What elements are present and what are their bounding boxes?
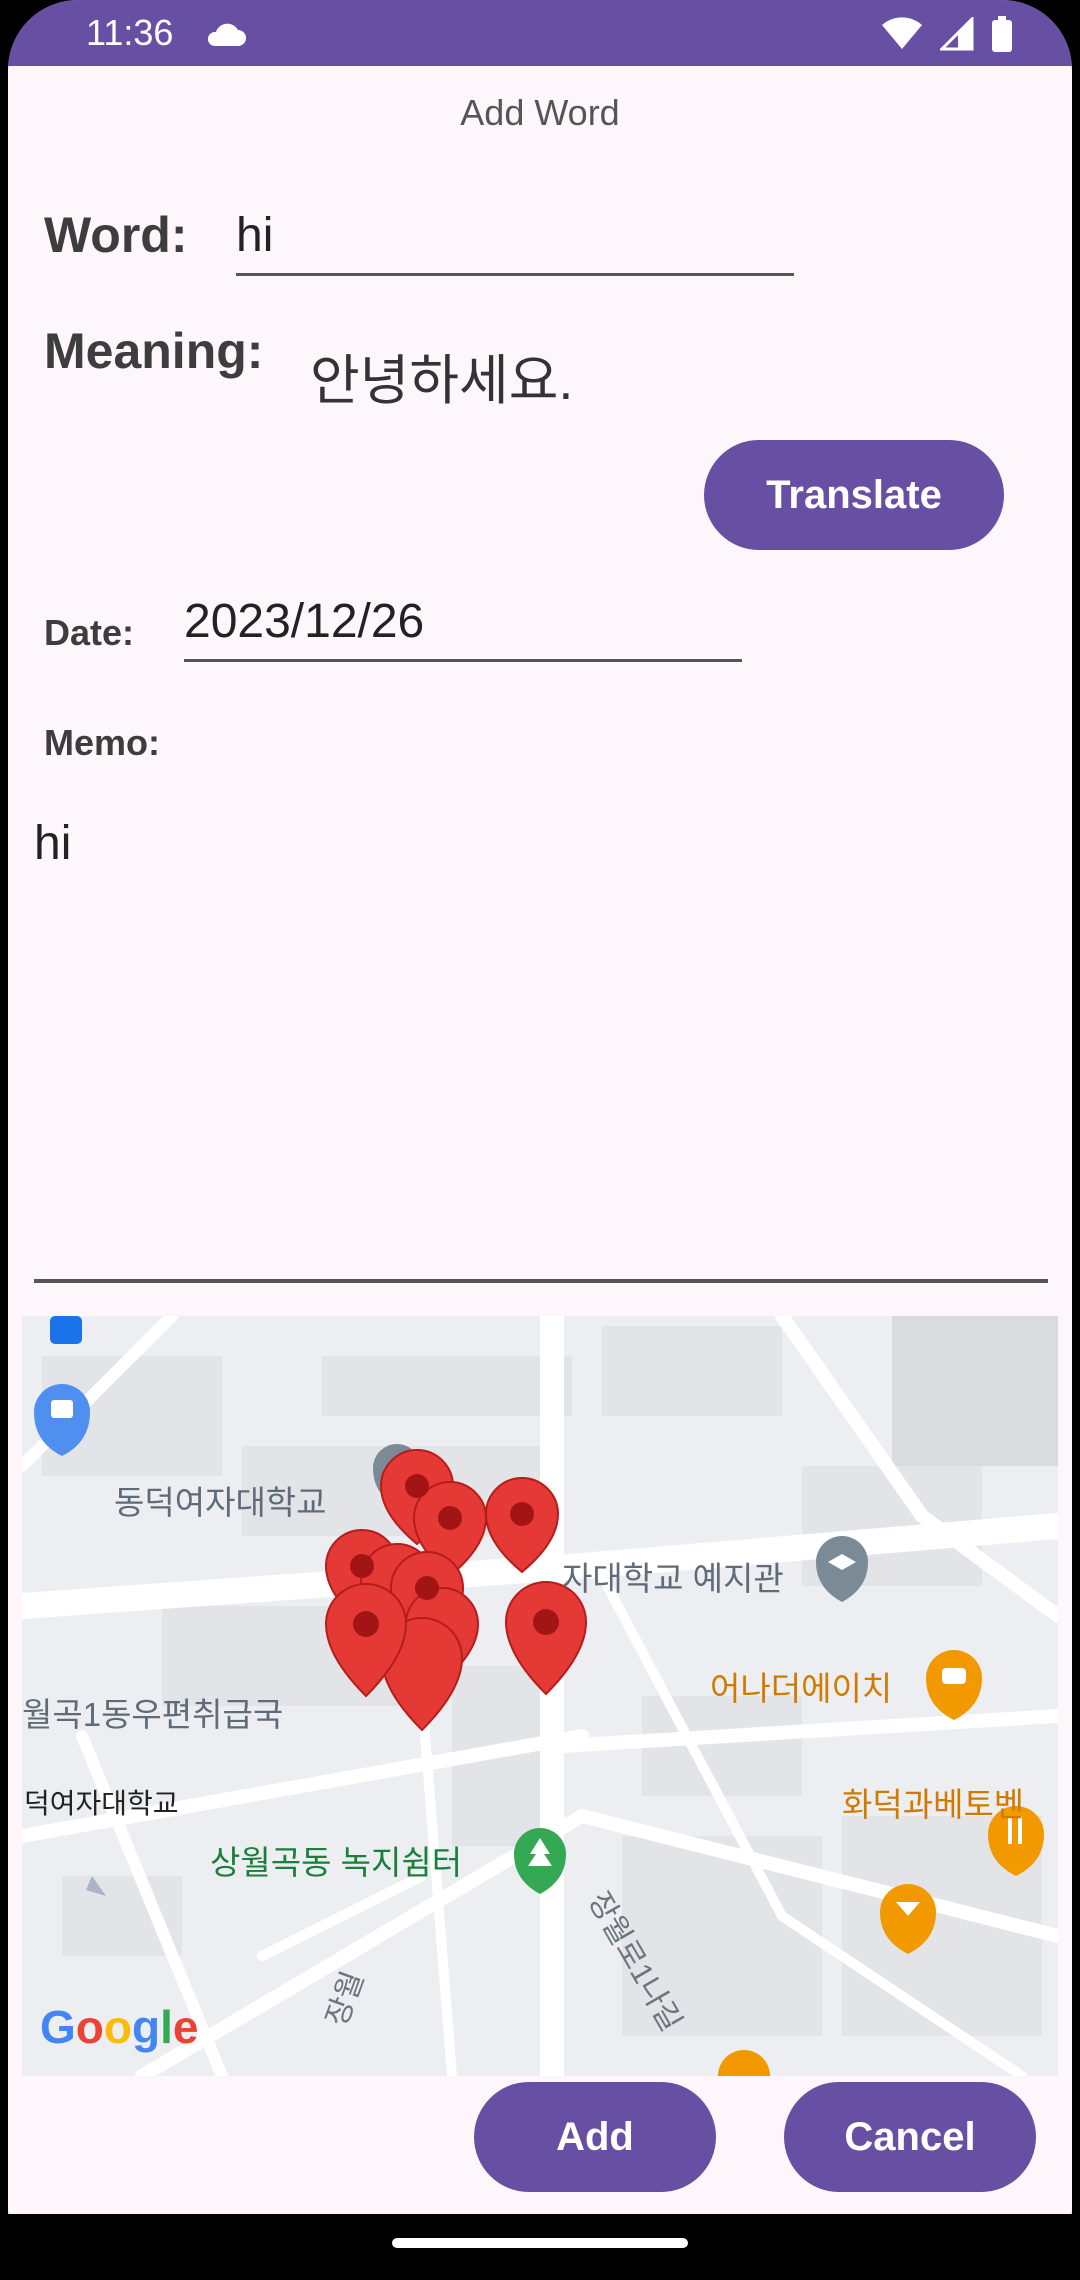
date-input[interactable]: 2023/12/26 <box>184 588 742 662</box>
map-label-donduk-univ-2: 덕여자대학교 <box>24 1788 179 1819</box>
memo-underline <box>34 1279 1048 1283</box>
map-label-green-park: 상월곡동 녹지쉼터 <box>210 1844 463 1881</box>
poi-icon <box>718 2050 770 2076</box>
status-icons <box>882 16 1012 52</box>
battery-icon <box>992 16 1012 52</box>
status-time: 11:36 <box>86 12 174 53</box>
word-input[interactable]: hi <box>236 200 794 276</box>
page-title: Add Word <box>460 92 620 133</box>
google-logo: Google <box>40 2001 199 2053</box>
status-bar: 11:36 <box>8 0 1072 66</box>
date-input-value: 2023/12/26 <box>184 595 425 648</box>
signal-icon <box>940 17 974 51</box>
memo-label: Memo: <box>44 722 160 763</box>
word-label: Word: <box>44 207 188 263</box>
bus-stop-icon <box>50 1316 82 1344</box>
map-label-hwadeok: 화덕과베토벤 <box>842 1786 1025 1823</box>
translate-button[interactable]: Translate <box>704 440 1004 550</box>
school-icon-2 <box>816 1536 868 1602</box>
meaning-label: Meaning: <box>44 323 264 379</box>
memo-input[interactable]: hi <box>34 816 71 871</box>
add-button[interactable]: Add <box>474 2082 716 2192</box>
map-label-post-office: 월곡1동우편취급국 <box>22 1696 284 1733</box>
cafe-icon <box>926 1650 982 1720</box>
cancel-button[interactable]: Cancel <box>784 2082 1036 2192</box>
wifi-icon <box>882 17 922 49</box>
word-input-value: hi <box>236 209 274 262</box>
meaning-value: 안녕하세요. <box>310 351 574 411</box>
cloud-icon <box>207 23 246 46</box>
app-screen: 11:36 Add Word Word: hi Meaning: 안녕하세요. … <box>8 0 1072 2280</box>
map-label-anada: 어나더에이치 <box>710 1670 893 1707</box>
home-gesture-handle[interactable] <box>392 2238 688 2248</box>
date-label: Date: <box>44 612 135 653</box>
map-label-donduk-univ: 동덕여자대학교 <box>114 1484 327 1521</box>
map-label-yeji-hall: 자대학교 예지관 <box>562 1560 784 1597</box>
map-view[interactable]: 동덕여자대학교 자대학교 예지관 월곡1동우편취급국 덕여자대학교 상월곡동 녹… <box>22 1316 1058 2076</box>
